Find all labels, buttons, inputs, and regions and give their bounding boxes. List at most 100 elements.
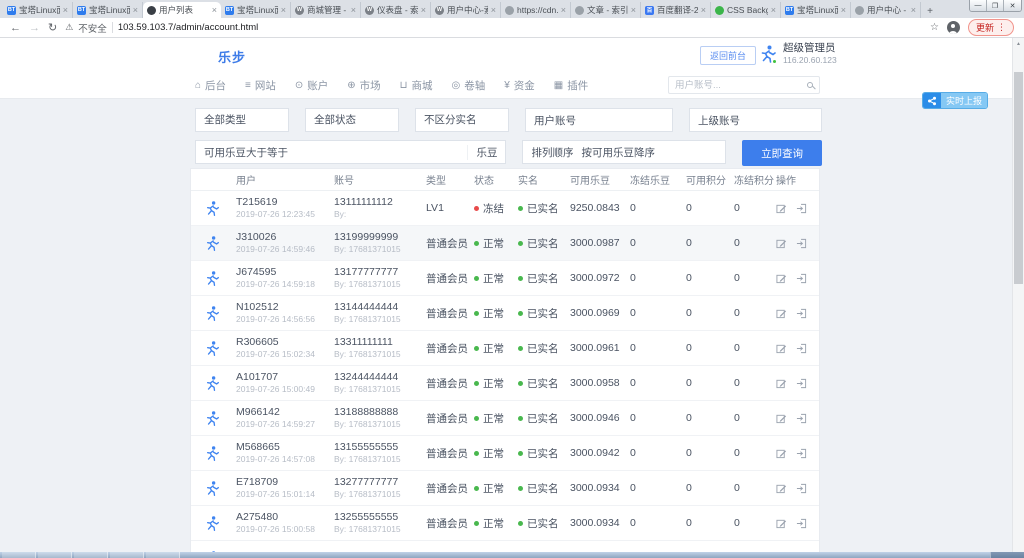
tab-close-icon[interactable]: × — [133, 5, 138, 15]
edit-icon[interactable] — [776, 518, 787, 529]
back-icon[interactable]: ← — [10, 22, 21, 34]
order-select[interactable]: 按可用乐豆降序 — [581, 145, 725, 160]
query-button[interactable]: 立即查询 — [742, 140, 822, 166]
nav-item[interactable]: ▦ 插件 — [554, 78, 588, 93]
browser-tab[interactable]: BT 宝塔Linux面 × — [3, 2, 73, 18]
login-as-icon[interactable] — [796, 483, 807, 494]
login-as-icon[interactable] — [796, 518, 807, 529]
tab-close-icon[interactable]: × — [63, 5, 68, 15]
browser-tab[interactable]: W 仪表盘 - 索 × — [361, 2, 431, 18]
taskbar-item[interactable] — [146, 552, 180, 558]
browser-tab[interactable]: W 商城管理 - 3 × — [291, 2, 361, 18]
tab-close-icon[interactable]: × — [281, 5, 286, 15]
login-as-icon[interactable] — [796, 308, 807, 319]
reload-icon[interactable]: ↻ — [48, 21, 57, 34]
search-input[interactable] — [675, 80, 807, 91]
browser-profile-icon[interactable] — [947, 21, 960, 34]
scrollbar-thumb[interactable] — [1014, 72, 1023, 284]
browser-tab[interactable]: https://cdn. × — [501, 2, 571, 18]
browser-tab[interactable]: 用户列表 × — [143, 2, 221, 18]
close-window-button[interactable]: ✕ — [1004, 0, 1021, 11]
tab-close-icon[interactable]: × — [631, 5, 636, 15]
nav-item[interactable]: ◎ 卷轴 — [451, 78, 485, 93]
account-cell: 13199999999 By: 17681371015 — [329, 231, 421, 256]
login-as-icon[interactable] — [796, 413, 807, 424]
parent-filter-input[interactable] — [748, 109, 821, 131]
status-cell: 正常 — [469, 411, 513, 426]
edit-icon[interactable] — [776, 343, 787, 354]
browser-tab[interactable]: BT 宝塔Linux面 × — [781, 2, 851, 18]
edit-icon[interactable] — [776, 203, 787, 214]
referrer-label: By: — [334, 209, 421, 220]
return-front-button[interactable]: 返回前台 — [700, 46, 756, 65]
floating-share-widget[interactable]: 实时上报 — [922, 92, 988, 109]
runner-avatar-icon — [203, 515, 220, 532]
new-tab-button[interactable]: + — [921, 4, 939, 18]
edit-icon[interactable] — [776, 238, 787, 249]
restore-button[interactable]: ❐ — [987, 0, 1004, 11]
login-as-icon[interactable] — [796, 378, 807, 389]
tab-close-icon[interactable]: × — [491, 5, 496, 15]
browser-tab[interactable]: BT 宝塔Linux面 × — [73, 2, 143, 18]
nav-item[interactable]: ≡ 网站 — [245, 78, 276, 93]
account-filter-input[interactable] — [584, 109, 672, 131]
login-as-icon[interactable] — [796, 448, 807, 459]
bookmark-star-icon[interactable]: ☆ — [930, 22, 939, 33]
member-type: 普通会员 — [421, 446, 469, 461]
windows-taskbar[interactable] — [0, 552, 1024, 558]
taskbar-item[interactable] — [2, 552, 36, 558]
tab-close-icon[interactable]: × — [701, 5, 706, 15]
available-points: 0 — [681, 447, 729, 459]
browser-tab[interactable]: 文章 - 索引 × — [571, 2, 641, 18]
login-as-icon[interactable] — [796, 238, 807, 249]
status-filter-select[interactable]: 全部状态 — [305, 108, 399, 132]
tab-close-icon[interactable]: × — [421, 5, 426, 15]
minimize-button[interactable]: — — [970, 0, 987, 11]
browser-tab[interactable]: 用户中心 - 首 × — [851, 2, 921, 18]
login-as-icon[interactable] — [796, 273, 807, 284]
tab-close-icon[interactable]: × — [351, 5, 356, 15]
table-row: Y204155 13344444444 — [191, 541, 819, 552]
page-scrollbar[interactable]: ▲ — [1012, 38, 1024, 552]
forward-icon[interactable]: → — [29, 22, 40, 34]
nav-item[interactable]: ⌂ 后台 — [195, 78, 226, 93]
tab-close-icon[interactable]: × — [561, 5, 566, 15]
scroll-up-icon[interactable]: ▲ — [1013, 41, 1024, 47]
browser-tab[interactable]: BT 宝塔Linux面 × — [221, 2, 291, 18]
nav-item[interactable]: ⊕ 市场 — [347, 78, 380, 93]
type-filter-select[interactable]: 全部类型 — [195, 108, 289, 132]
tab-close-icon[interactable]: × — [911, 5, 916, 15]
available-ledou: 9250.0843 — [565, 202, 625, 214]
taskbar-item[interactable] — [110, 552, 144, 558]
edit-icon[interactable] — [776, 378, 787, 389]
login-as-icon[interactable] — [796, 343, 807, 354]
ledou-filter-input[interactable] — [296, 141, 467, 163]
chrome-update-button[interactable]: 更新 ⋮ — [968, 19, 1014, 36]
taskbar-item[interactable] — [38, 552, 72, 558]
browser-tab[interactable]: 百 百度翻译-20 × — [641, 2, 711, 18]
tab-close-icon[interactable]: × — [771, 5, 776, 15]
tab-close-icon[interactable]: × — [841, 5, 846, 15]
login-as-icon[interactable] — [796, 203, 807, 214]
browser-tab[interactable]: CSS Backgr × — [711, 2, 781, 18]
taskbar-item[interactable] — [74, 552, 108, 558]
edit-icon[interactable] — [776, 413, 787, 424]
site-logo[interactable]: 乐步 — [218, 47, 246, 66]
address-bar[interactable]: ⚠ 不安全 103.59.103.7/admin/account.html — [65, 21, 922, 35]
tab-close-icon[interactable]: × — [212, 5, 217, 15]
status-dot — [474, 311, 479, 316]
edit-icon[interactable] — [776, 273, 787, 284]
edit-icon[interactable] — [776, 448, 787, 459]
referrer-label: By: 17681371015 — [334, 314, 421, 325]
nav-item[interactable]: ¥ 资金 — [504, 78, 535, 93]
admin-account[interactable]: 超级管理员 116.20.60.123 — [757, 42, 837, 66]
nav-item[interactable]: ⊙ 账户 — [295, 78, 328, 93]
edit-icon[interactable] — [776, 483, 787, 494]
ledou-unit-label: 乐豆 — [467, 145, 505, 160]
nav-item[interactable]: ⊔ 商城 — [400, 78, 433, 93]
search-icon[interactable] — [807, 82, 813, 88]
realname-filter-select[interactable]: 不区分实名 — [415, 108, 509, 132]
user-search-box[interactable] — [668, 76, 820, 94]
edit-icon[interactable] — [776, 308, 787, 319]
browser-tab[interactable]: W 用户中心-索 × — [431, 2, 501, 18]
